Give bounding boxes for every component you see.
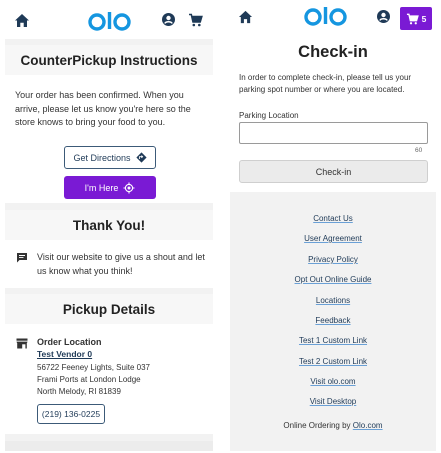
- footer: Contact Us User Agreement Privacy Policy…: [230, 192, 436, 451]
- thank-you-title: Thank You!: [72, 218, 146, 233]
- page-title: Check-in: [298, 43, 368, 61]
- thank-you-card: Thank You! Visit our website to give us …: [5, 210, 213, 288]
- olo-logo[interactable]: [88, 10, 132, 34]
- account-icon[interactable]: [377, 10, 390, 23]
- account-icon[interactable]: [162, 13, 175, 26]
- footer-link-contact-us[interactable]: Contact Us: [230, 214, 436, 223]
- top-header: 5: [230, 5, 436, 31]
- vendor-address: 56722 Feeney Lights, Suite 037 Frami Por…: [37, 362, 150, 398]
- thank-you-text: Visit our website to give us a shout and…: [37, 252, 205, 276]
- store-icon: [16, 338, 28, 349]
- cart-icon[interactable]: [188, 13, 203, 27]
- powered-by-link[interactable]: Olo.com: [353, 421, 383, 430]
- vendor-link[interactable]: Test Vendor 0: [37, 349, 92, 359]
- comment-icon: [16, 252, 28, 263]
- footer-link-custom-2[interactable]: Test 2 Custom Link: [230, 357, 436, 366]
- olo-logo[interactable]: [304, 5, 348, 29]
- footer-link-feedback[interactable]: Feedback: [230, 316, 436, 325]
- check-in-button[interactable]: Check-in: [239, 160, 428, 183]
- footer-link-opt-out[interactable]: Opt Out Online Guide: [230, 275, 436, 284]
- footer-link-locations[interactable]: Locations: [230, 296, 436, 305]
- footer-link-olo-com[interactable]: Visit olo.com: [230, 377, 436, 386]
- get-directions-label: Get Directions: [73, 152, 131, 163]
- parking-location-input[interactable]: [239, 122, 428, 144]
- top-header: [5, 5, 213, 39]
- character-limit: 60: [415, 147, 423, 154]
- cart-button[interactable]: 5: [400, 7, 432, 30]
- im-here-label: I'm Here: [84, 182, 119, 193]
- parking-location-label: Parking Location: [239, 111, 299, 120]
- pickup-confirmation-panel: CounterPickup Instructions Your order ha…: [5, 5, 213, 451]
- address-line-2: Frami Ports at London Lodge: [37, 375, 141, 384]
- next-card-edge: [5, 441, 213, 451]
- footer-link-user-agreement[interactable]: User Agreement: [230, 234, 436, 243]
- address-line-3: North Melody, RI 81839: [37, 387, 121, 396]
- pickup-instructions-card: CounterPickup Instructions Your order ha…: [5, 45, 213, 203]
- order-location-label: Order Location: [37, 337, 102, 347]
- checkin-panel: 5 Check-in In order to complete check-in…: [230, 5, 436, 451]
- directions-icon: [135, 152, 147, 163]
- footer-link-custom-1[interactable]: Test 1 Custom Link: [230, 336, 436, 345]
- powered-by: Online Ordering by Olo.com: [230, 421, 436, 430]
- home-icon[interactable]: [14, 13, 30, 28]
- powered-by-text: Online Ordering by: [283, 421, 351, 430]
- instructions-text: Your order has been confirmed. When you …: [15, 90, 191, 127]
- checkin-description: In order to complete check-in, please te…: [239, 73, 412, 94]
- pickup-details-card: Pickup Details Order Location Test Vendo…: [5, 294, 213, 434]
- footer-link-privacy-policy[interactable]: Privacy Policy: [230, 255, 436, 264]
- get-directions-button[interactable]: Get Directions: [64, 146, 156, 169]
- pickup-details-title: Pickup Details: [62, 302, 156, 317]
- address-line-1: 56722 Feeney Lights, Suite 037: [37, 363, 150, 372]
- cart-count: 5: [421, 13, 427, 24]
- home-icon[interactable]: [238, 10, 253, 24]
- cart-icon: [406, 13, 419, 25]
- im-here-button[interactable]: I'm Here: [64, 176, 156, 199]
- location-target-icon: [123, 182, 135, 194]
- instructions-title: CounterPickup Instructions: [20, 53, 198, 68]
- footer-link-visit-desktop[interactable]: Visit Desktop: [230, 397, 436, 406]
- phone-button[interactable]: (219) 136-0225: [37, 404, 105, 424]
